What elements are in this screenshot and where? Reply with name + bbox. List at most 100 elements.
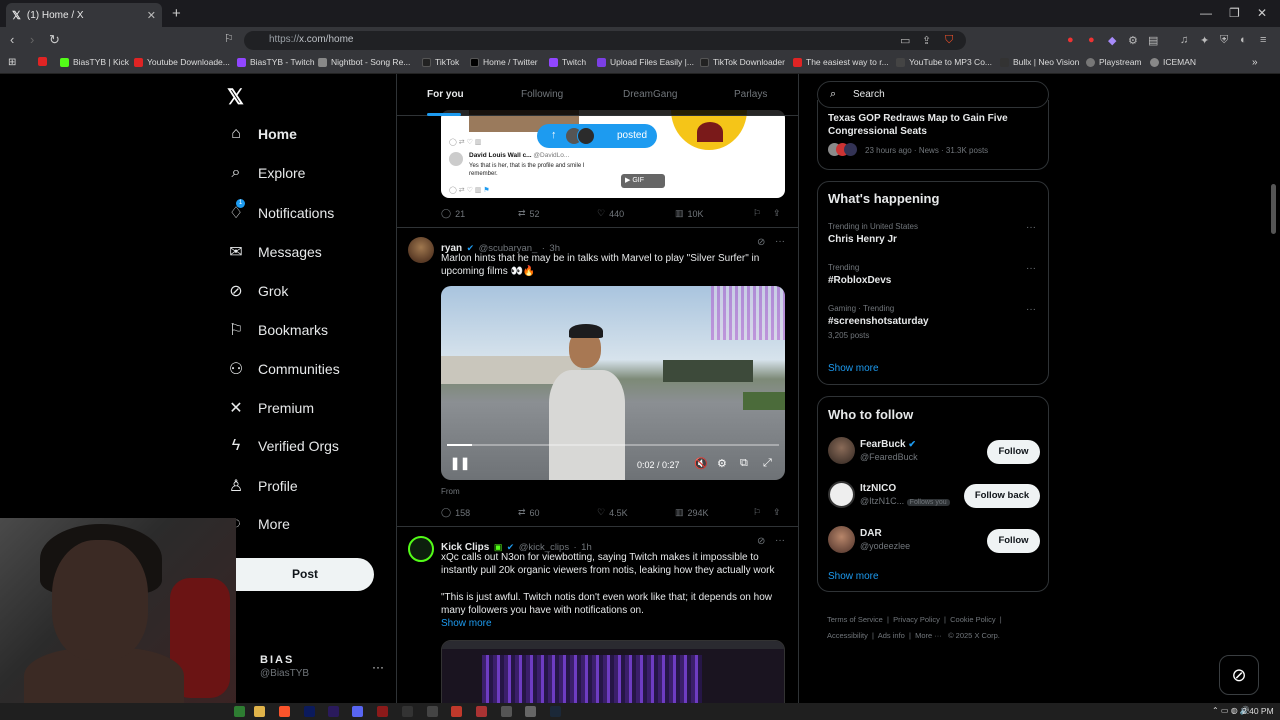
capcut-icon[interactable] [402, 706, 413, 717]
reply-button[interactable]: ◯ 21 [441, 208, 465, 219]
trend-item[interactable]: Gaming · Trending #screenshotsaturday 3,… [828, 304, 1038, 340]
bookmark-12[interactable]: Playstream [1086, 57, 1142, 67]
nav-notifications[interactable]: ♢ 1 Notifications [226, 199, 334, 223]
taskbar-app-icon[interactable] [234, 706, 245, 717]
follow-button[interactable]: Follow [987, 529, 1040, 553]
nav-profile[interactable]: ♙ Profile [226, 476, 298, 496]
bookmark-9[interactable]: The easiest way to r... [793, 57, 889, 67]
footer-link[interactable]: Terms of Service [827, 615, 883, 624]
x-logo-icon[interactable]: 𝕏 [227, 85, 244, 110]
follow-show-more[interactable]: Show more [828, 571, 879, 582]
avatar[interactable] [828, 526, 855, 553]
grok-explain-icon[interactable]: ⊘ [757, 536, 765, 547]
bookmark-4[interactable]: TikTok [422, 57, 459, 67]
music-icon[interactable]: ♫ [1180, 34, 1188, 46]
follow-back-button[interactable]: Follow back [964, 484, 1040, 508]
trend-item[interactable]: Trending in United States Chris Henry Jr [828, 222, 1038, 245]
nav-home[interactable]: ⌂ Home [226, 125, 297, 143]
bookmark-0[interactable]: BiasTYB | Kick [60, 57, 129, 67]
close-window-icon[interactable]: ✕ [1257, 6, 1267, 20]
follow-button[interactable]: Follow [987, 440, 1040, 464]
bookmark-button[interactable]: ⚐ [753, 208, 761, 219]
trend-more-icon[interactable]: ··· [1026, 263, 1036, 274]
like-button[interactable]: ♡ 4.5K [597, 507, 628, 518]
bookmark-1[interactable]: Youtube Downloade... [134, 57, 230, 67]
brave-shield-icon[interactable]: ⛉ [945, 34, 953, 47]
new-tab-button[interactable]: + [172, 5, 181, 22]
follow-suggestion[interactable]: FearBuck ✔ @FearedBuck [860, 439, 918, 462]
tab-for-you[interactable]: For you [427, 89, 464, 100]
bookmark-13[interactable]: ICEMAN [1150, 57, 1196, 67]
url-field[interactable]: https://x.com/home [244, 31, 966, 50]
bookmark-2[interactable]: BiasTYB - Twitch [237, 57, 315, 67]
repost-button[interactable]: ⇄ 60 [518, 507, 540, 518]
footer-link[interactable]: Cookie Policy [950, 615, 995, 624]
bookmark-button[interactable]: ⚐ [753, 507, 761, 518]
minimize-icon[interactable]: — [1200, 6, 1212, 20]
ext-purple-icon[interactable]: ◆ [1108, 34, 1116, 47]
back-icon[interactable]: ‹ [10, 32, 14, 47]
nav-premium[interactable]: ✕ Premium [226, 398, 314, 418]
bookmark-11[interactable]: Bullx | Neo Vision [1000, 57, 1079, 67]
bookmark-7[interactable]: Upload Files Easily |... [597, 57, 694, 67]
discord-icon[interactable] [352, 706, 363, 717]
avatar[interactable] [828, 437, 855, 464]
bookmark-page-icon[interactable]: ⚐ [224, 32, 234, 45]
steam-icon[interactable] [550, 706, 561, 717]
account-more-icon[interactable]: ··· [372, 660, 384, 674]
bookmark-10[interactable]: YouTube to MP3 Co... [896, 57, 992, 67]
bookmark-6[interactable]: Twitch [549, 57, 586, 67]
nav-grok[interactable]: ⊘ Grok [226, 281, 288, 301]
wallet-icon[interactable]: ◐ [1240, 34, 1247, 46]
nav-verified-orgs[interactable]: ϟ Verified Orgs [226, 437, 339, 455]
nav-messages[interactable]: ✉ Messages [226, 242, 322, 262]
grok-explain-icon[interactable]: ⊘ [757, 237, 765, 248]
nav-communities[interactable]: ⚇ Communities [226, 359, 340, 379]
nav-bookmarks[interactable]: ⚐ Bookmarks [226, 320, 328, 340]
menu-icon[interactable]: ≡ [1260, 34, 1266, 46]
vpn-icon[interactable]: ⛨ [1220, 34, 1228, 47]
brave-icon[interactable] [279, 706, 290, 717]
close-tab-icon[interactable]: ✕ [147, 9, 156, 22]
tweet-more-icon[interactable]: ··· [775, 236, 785, 247]
trend-item[interactable]: Trending #RobloxDevs [828, 263, 1038, 286]
footer-link[interactable]: Accessibility [827, 631, 868, 640]
pause-icon[interactable]: ❚❚ [450, 456, 470, 470]
share-button[interactable]: ⇪ [773, 507, 781, 518]
like-button[interactable]: ♡ 440 [597, 208, 624, 219]
news-trend-panel[interactable]: Texas GOP Redraws Map to Gain Five Congr… [817, 100, 1049, 170]
post-button[interactable]: Post [236, 558, 374, 591]
ext-notify-icon[interactable]: ● [1088, 34, 1095, 46]
follow-suggestion[interactable]: DAR @yodeezlee [860, 528, 910, 551]
trend-more-icon[interactable]: ··· [1026, 304, 1036, 315]
mute-icon[interactable]: 🔇 [694, 457, 708, 470]
grok-chat-button[interactable]: ⊘ [1219, 655, 1259, 695]
video-progress-track[interactable] [447, 444, 779, 446]
share-icon[interactable]: ⇪ [922, 34, 931, 47]
taskbar-app-icon[interactable] [451, 706, 462, 717]
reply-button[interactable]: ◯ 158 [441, 507, 470, 518]
bookmark-3[interactable]: Nightbot - Song Re... [318, 57, 410, 67]
restore-icon[interactable]: ❐ [1229, 6, 1240, 20]
bookmark-5[interactable]: Home / Twitter [470, 57, 538, 67]
forward-icon[interactable]: › [30, 32, 34, 47]
ext-off-icon[interactable]: ● [1067, 34, 1074, 46]
tweet-video[interactable]: ❚❚ 0:02 / 0:27 🔇 ⚙ ⧉ ⤢ [441, 286, 785, 480]
photoshop-icon[interactable] [304, 706, 315, 717]
page-scrollbar[interactable] [1271, 184, 1276, 234]
extensions-icon[interactable]: ⚙ [1128, 34, 1138, 47]
tab-following[interactable]: Following [521, 89, 563, 100]
tweet-more-icon[interactable]: ··· [775, 535, 785, 546]
obs-icon[interactable] [525, 706, 536, 717]
bookmark-8[interactable]: TikTok Downloader [700, 57, 785, 67]
reload-icon[interactable]: ↻ [49, 32, 60, 48]
settings-icon[interactable] [427, 706, 438, 717]
taskbar-app-icon[interactable] [476, 706, 487, 717]
settings-icon[interactable]: ⚙ [717, 457, 727, 470]
premiere-icon[interactable] [328, 706, 339, 717]
cast-icon[interactable]: ▭ [900, 34, 910, 47]
pip-icon[interactable]: ⧉ [740, 457, 748, 470]
trend-more-icon[interactable]: ··· [1026, 222, 1036, 233]
views-button[interactable]: ▥ 10K [675, 208, 704, 219]
file-explorer-icon[interactable] [254, 706, 265, 717]
